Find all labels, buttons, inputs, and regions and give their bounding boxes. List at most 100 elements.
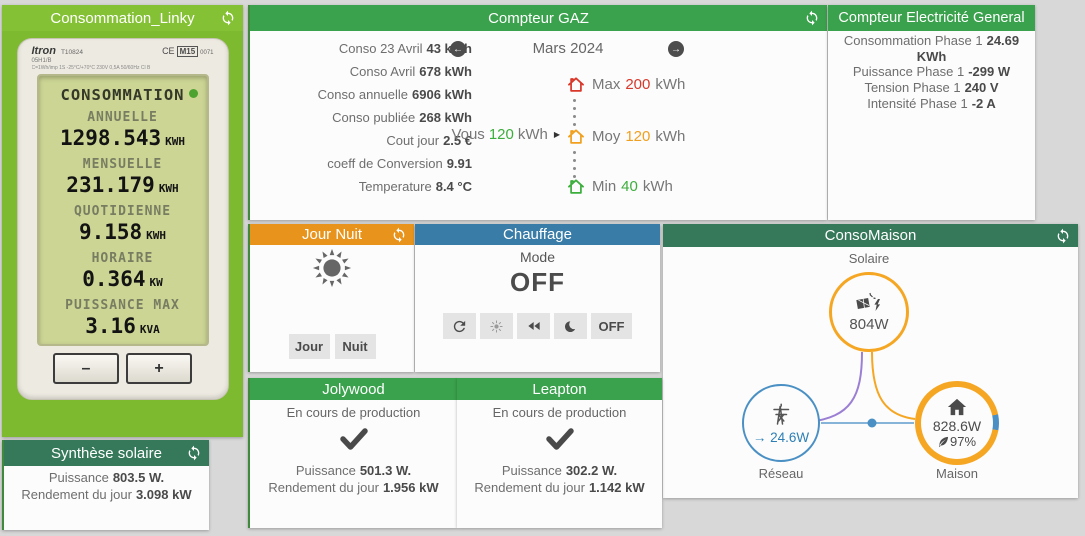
lcd-row-annuelle: ANNUELLE 1298.543 kWh xyxy=(59,110,186,150)
gauge-row-max: Max 200 kWh xyxy=(566,73,685,95)
lcd-row-quotidienne: QUOTIDIENNE 9.158 kWh xyxy=(73,204,172,244)
refresh-icon xyxy=(453,320,466,332)
refresh-icon[interactable] xyxy=(804,10,820,26)
rendement-line: Rendement du jour 1.142 kW xyxy=(474,479,645,495)
production-status: En cours de production xyxy=(286,405,421,420)
widget-leapton: Leapton En cours de production Puissance… xyxy=(457,378,662,528)
linky-meter: Itron T10824 CE M15 0071 05H1/B C=1Wh/im… xyxy=(16,38,229,400)
flow-dot xyxy=(867,418,877,428)
elec-header: Compteur Electricité General xyxy=(828,5,1035,31)
widget-compteur-electricite: Compteur Electricité General Consommatio… xyxy=(828,5,1035,220)
solar-panel-icon xyxy=(856,292,881,311)
comfort-mode-button[interactable] xyxy=(480,313,513,339)
jolywood-title: Jolywood xyxy=(322,380,385,398)
pylon-icon xyxy=(773,402,790,425)
leapton-header: Leapton xyxy=(457,378,662,400)
maison-autonomy: 97% xyxy=(938,434,976,449)
meter-sub-line: 05H1/B xyxy=(31,58,52,64)
production-status: En cours de production xyxy=(492,405,627,420)
house-min-icon xyxy=(568,178,584,194)
elec-consommation: Consommation Phase 1 24.69 KWh xyxy=(843,33,1020,64)
jour-nuit-title: Jour Nuit xyxy=(301,226,363,243)
refresh-icon[interactable] xyxy=(220,10,236,26)
chauffage-title: Chauffage xyxy=(503,226,572,243)
jour-nuit-header: Jour Nuit xyxy=(250,224,414,245)
stat-conso-jour: Conso 23 Avril43 kWh xyxy=(338,41,472,56)
reseau-circle: → 24.6W xyxy=(742,384,820,462)
check-icon xyxy=(545,428,574,450)
next-month-arrow-icon[interactable]: → xyxy=(668,41,684,57)
gaz-title: Compteur GAZ xyxy=(488,9,589,27)
widget-consomaison: ConsoMaison Solaire 804W → 24.6W 828.6W … xyxy=(663,224,1078,498)
widget-consommation-linky: Consommation_Linky Itron T10824 CE M15 0… xyxy=(2,5,243,437)
solaire-value: 804W xyxy=(849,315,889,333)
widget-compteur-gaz: Compteur GAZ Conso 23 Avril43 kWh Conso … xyxy=(248,5,827,220)
puissance-line: Puissance 501.3 W. xyxy=(295,463,412,478)
meter-lcd-display: CONSOMMATION ANNUELLE 1298.543 kWh MENSUE… xyxy=(36,74,209,346)
meter-brand: Itron xyxy=(31,45,56,57)
nuit-button[interactable]: Nuit xyxy=(334,334,376,359)
gauge-dots xyxy=(573,151,576,178)
maison-value: 828.6W xyxy=(932,418,982,434)
chauffage-header: Chauffage xyxy=(415,224,660,245)
meter-ce-mark: CE xyxy=(162,46,175,56)
rendement-line: Rendement du jour 1.956 kW xyxy=(268,479,439,495)
linky-title: Consommation_Linky xyxy=(50,9,195,27)
rendement-line: Rendement du jour 3.098 kW xyxy=(21,486,192,502)
stat-coeff-conversion: coeff de Conversion 9.91 xyxy=(327,156,472,171)
refresh-mode-button[interactable] xyxy=(443,313,476,339)
reseau-label: Réseau xyxy=(758,466,804,481)
jour-button[interactable]: Jour xyxy=(288,334,330,359)
vous-pointer-icon: ▶ xyxy=(553,130,560,139)
house-max-icon xyxy=(568,76,584,92)
synthese-header: Synthèse solaire xyxy=(4,440,209,466)
elec-tension: Tension Phase 1 240 V xyxy=(864,80,999,96)
previous-month-arrow-icon[interactable]: ← xyxy=(450,41,466,57)
synthese-title: Synthèse solaire xyxy=(51,444,162,462)
lcd-title: CONSOMMATION xyxy=(60,86,185,104)
meter-spec-line: C=1Wh/imp 1S -25°C/+70°C 230V 0,5A 50/60… xyxy=(31,65,151,71)
gaz-month-label: Mars 2024 xyxy=(532,40,604,57)
widget-jour-nuit: Jour Nuit Jour Nuit xyxy=(248,224,414,372)
maison-label: Maison xyxy=(936,466,978,481)
gaz-header: Compteur GAZ xyxy=(250,5,827,31)
solaire-label: Solaire xyxy=(848,251,890,266)
refresh-icon[interactable] xyxy=(186,445,202,461)
solaire-circle: 804W xyxy=(829,272,909,352)
leapton-title: Leapton xyxy=(532,380,587,398)
jolywood-header: Jolywood xyxy=(250,378,457,400)
sun-small-icon xyxy=(490,319,503,333)
widget-jolywood: Jolywood En cours de production Puissanc… xyxy=(248,378,457,528)
lcd-row-puissance-max: PUISSANCE MAX 3.16 kVA xyxy=(65,298,180,338)
widget-synthese-solaire: Synthèse solaire Puissance 803.5 W. Rende… xyxy=(2,440,209,530)
sun-icon xyxy=(312,248,352,288)
rewind-icon xyxy=(527,322,540,330)
home-icon xyxy=(947,398,967,416)
leaf-icon xyxy=(938,436,949,447)
refresh-icon[interactable] xyxy=(1055,228,1071,244)
maison-circle: 828.6W 97% xyxy=(915,381,999,465)
off-mode-button[interactable]: OFF xyxy=(591,313,632,339)
meter-minus-button[interactable]: – xyxy=(53,353,119,384)
puissance-line: Puissance 803.5 W. xyxy=(48,470,165,485)
house-moy-icon xyxy=(568,128,584,144)
refresh-icon[interactable] xyxy=(391,227,407,243)
elec-intensite: Intensité Phase 1 -2 A xyxy=(867,95,996,111)
elec-lines: Consommation Phase 1 24.69 KWh Puissance … xyxy=(828,31,1035,112)
meter-cert-box: M15 xyxy=(176,46,199,57)
meter-cert-num: 0071 xyxy=(200,50,214,56)
check-icon xyxy=(339,428,368,450)
widget-chauffage: Chauffage Mode OFF OFF xyxy=(415,224,660,372)
moon-icon xyxy=(564,319,579,332)
elec-title: Compteur Electricité General xyxy=(838,10,1025,26)
lcd-row-mensuelle: MENSUELLE 231.179 kWh xyxy=(66,157,179,197)
eco-mode-button[interactable] xyxy=(517,313,550,339)
gaz-stats-list: Conso 23 Avril43 kWh Conso Avril678 kWh … xyxy=(260,37,472,198)
meter-plus-button[interactable]: + xyxy=(126,353,192,384)
mode-label: Mode xyxy=(519,249,556,265)
vous-marker: Vous 120 kWh ▶ xyxy=(451,126,560,143)
night-mode-button[interactable] xyxy=(554,313,587,339)
stat-conso-mois: Conso Avril 678 kWh xyxy=(349,64,472,79)
lcd-status-dot xyxy=(188,89,198,98)
elec-puissance: Puissance Phase 1 -299 W xyxy=(852,64,1011,80)
